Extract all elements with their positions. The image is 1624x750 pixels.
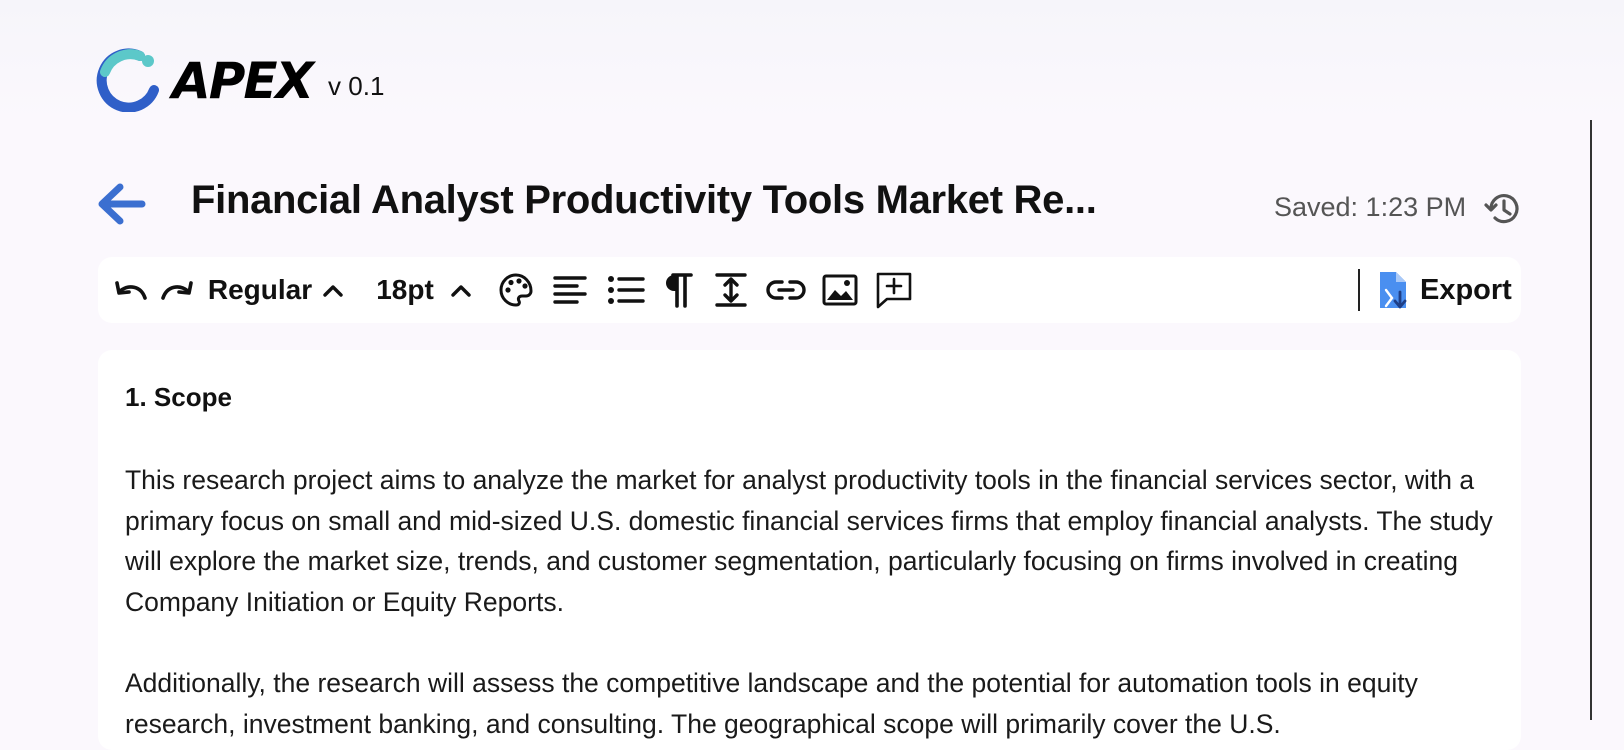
insert-image-button[interactable] <box>820 257 860 323</box>
redo-icon <box>161 281 193 300</box>
document-editor[interactable]: 1. Scope This research project aims to a… <box>98 350 1521 750</box>
toolbar-divider <box>1358 269 1360 311</box>
history-icon <box>1484 194 1519 224</box>
arrow-left-icon <box>98 183 146 225</box>
export-file-icon <box>1380 272 1407 309</box>
paragraph-icon <box>666 273 693 308</box>
text-color-button[interactable] <box>496 257 536 323</box>
palette-icon <box>499 273 533 307</box>
bulleted-list-button[interactable] <box>604 257 648 323</box>
font-size-select[interactable]: 18pt <box>374 257 436 323</box>
panel-divider <box>1590 120 1592 720</box>
paragraph-button[interactable] <box>660 257 696 323</box>
paragraph: This research project aims to analyze th… <box>125 465 1493 617</box>
align-left-icon <box>553 276 587 304</box>
align-button[interactable] <box>550 257 590 323</box>
image-icon <box>822 274 858 306</box>
bulleted-list-icon <box>608 276 645 304</box>
app-logo: APEX v 0.1 <box>96 46 384 112</box>
font-style-select[interactable]: Regular <box>207 257 313 323</box>
font-size-toggle[interactable] <box>448 257 474 323</box>
section-heading: 1. Scope <box>125 382 232 412</box>
font-style-toggle[interactable] <box>320 257 346 323</box>
paragraph: Additionally, the research will assess t… <box>125 668 1418 739</box>
saved-status: Saved: 1:23 PM <box>1274 192 1467 222</box>
document-title[interactable]: Financial Analyst Productivity Tools Mar… <box>191 178 1097 223</box>
apex-logo-icon <box>96 48 159 112</box>
app-version: v 0.1 <box>328 71 385 101</box>
formatting-toolbar: Regular 18pt Export <box>98 257 1521 323</box>
export-label: Export <box>1420 273 1512 306</box>
back-button[interactable] <box>96 182 146 226</box>
chevron-up-icon <box>323 285 343 297</box>
undo-icon <box>115 281 147 300</box>
insert-link-button[interactable] <box>764 257 808 323</box>
redo-button[interactable] <box>158 257 196 323</box>
version-history-button[interactable] <box>1484 190 1522 228</box>
brand-name: APEX <box>172 52 314 110</box>
chevron-up-icon <box>451 285 471 297</box>
link-icon <box>766 280 806 300</box>
export-button[interactable]: Export <box>1376 257 1512 323</box>
font-size-value: 18pt <box>376 274 434 305</box>
add-comment-icon <box>876 272 912 309</box>
line-spacing-button[interactable] <box>712 257 750 323</box>
add-comment-button[interactable] <box>872 257 916 323</box>
line-spacing-icon <box>715 273 747 307</box>
font-style-value: Regular <box>207 274 313 305</box>
undo-button[interactable] <box>112 257 150 323</box>
